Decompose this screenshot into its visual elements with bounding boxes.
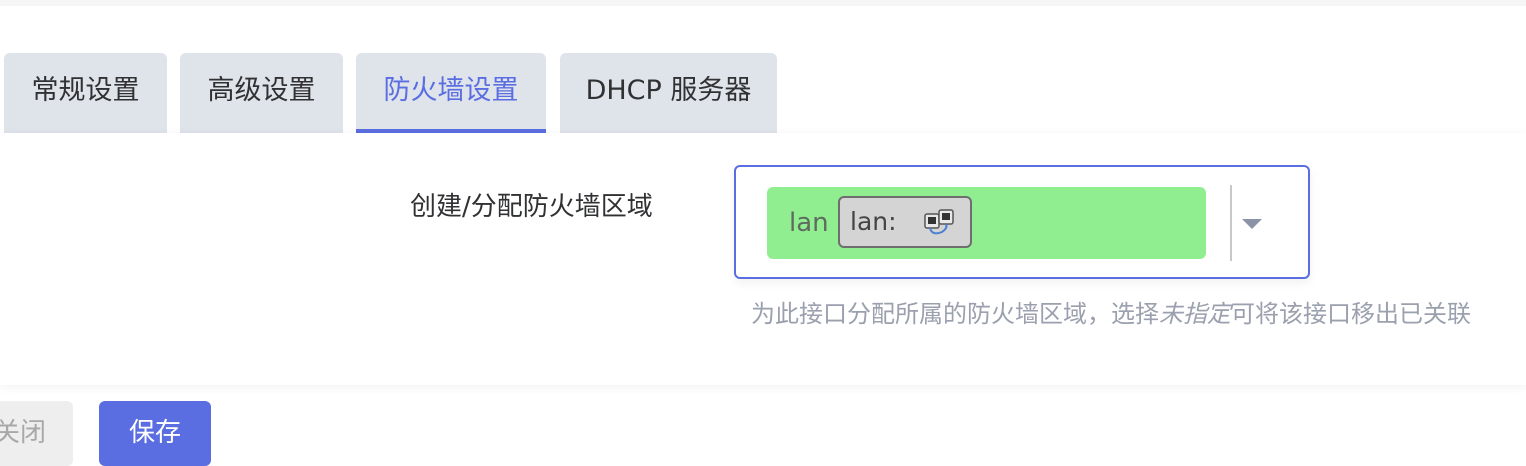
tab-dhcp-server[interactable]: DHCP 服务器 bbox=[560, 53, 777, 133]
select-divider bbox=[1230, 185, 1232, 261]
interface-label: lan: bbox=[850, 207, 897, 236]
hint-emphasis: 未指定 bbox=[1159, 300, 1231, 328]
zone-name: lan bbox=[789, 208, 829, 238]
firewall-zone-label: 创建/分配防火墙区域 bbox=[410, 192, 653, 222]
tab-firewall-settings[interactable]: 防火墙设置 bbox=[356, 53, 546, 133]
save-button[interactable]: 保存 bbox=[99, 401, 211, 466]
interface-badge: lan: bbox=[838, 196, 972, 248]
hint-suffix: 可将该接口移出已关联 bbox=[1231, 300, 1471, 328]
tab-general-settings[interactable]: 常规设置 bbox=[4, 53, 167, 133]
hint-prefix: 为此接口分配所属的防火墙区域，选择 bbox=[751, 300, 1159, 328]
firewall-zone-select[interactable]: lan lan: bbox=[734, 165, 1310, 279]
chevron-down-icon[interactable] bbox=[1242, 219, 1262, 229]
tab-advanced-settings[interactable]: 高级设置 bbox=[180, 53, 343, 133]
top-strip bbox=[0, 0, 1526, 6]
selected-zone-chip[interactable]: lan lan: bbox=[767, 187, 1206, 259]
field-hint: 为此接口分配所属的防火墙区域，选择未指定可将该接口移出已关联 bbox=[751, 294, 1471, 329]
close-button[interactable]: 关闭 bbox=[0, 401, 73, 466]
network-ports-icon bbox=[924, 209, 954, 235]
